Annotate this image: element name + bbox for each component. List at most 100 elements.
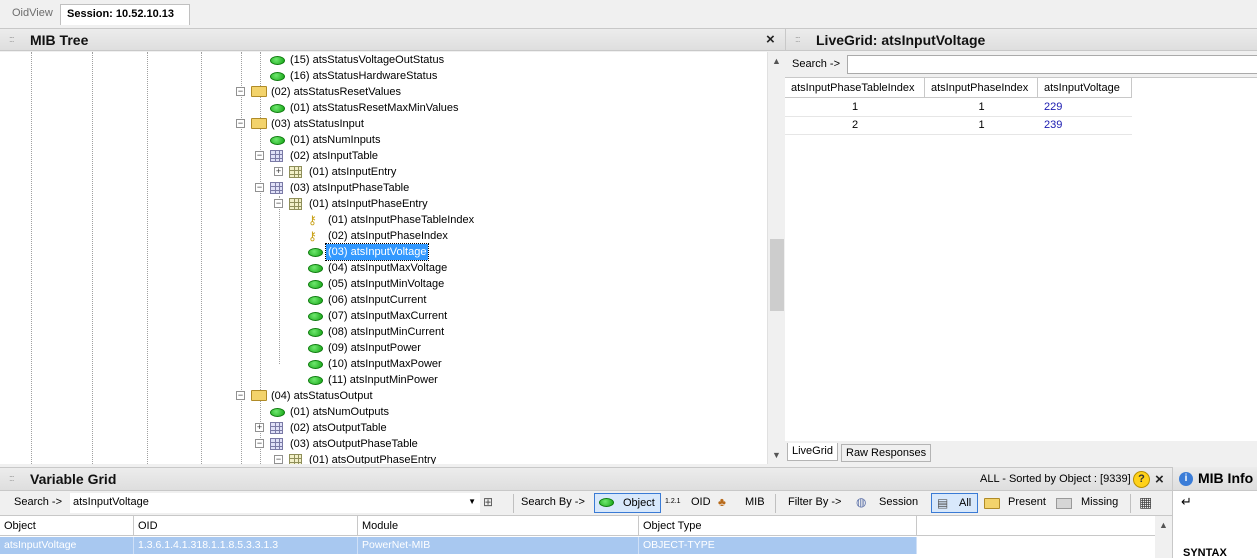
collapse-icon[interactable]: − [255, 151, 264, 160]
leaf-icon [270, 104, 285, 113]
search-by-object-button[interactable]: Object [594, 493, 661, 513]
tree-node[interactable]: − (04) atsStatusOutput [0, 388, 760, 404]
toolbar-separator [775, 494, 776, 513]
help-icon[interactable]: ? [1133, 471, 1150, 488]
collapse-icon[interactable]: − [274, 455, 283, 464]
table-icon [270, 438, 283, 450]
variable-grid-scrollbar[interactable]: ▲ [1155, 516, 1172, 558]
close-variable-grid-button[interactable]: × [1155, 471, 1164, 488]
tree-node[interactable]: − (01) atsInputPhaseEntry [0, 196, 760, 212]
tree-node[interactable]: (01) atsStatusResetMaxMinValues [0, 100, 760, 116]
scroll-down-icon[interactable]: ▼ [772, 450, 781, 460]
tree-node[interactable]: + (02) atsOutputTable [0, 420, 760, 436]
tree-node[interactable]: (16) atsStatusHardwareStatus [0, 68, 760, 84]
livegrid-cell[interactable]: 1 [925, 116, 1038, 134]
chevron-down-icon[interactable]: ▼ [468, 497, 476, 506]
variable-search-input[interactable]: atsInputVoltage ▼ [70, 493, 480, 513]
tree-node[interactable]: + (01) atsInputEntry [0, 164, 760, 180]
collapse-icon[interactable]: − [236, 119, 245, 128]
tree-node[interactable]: − (01) atsOutputPhaseEntry [0, 452, 760, 464]
tree-node-label: (16) atsStatusHardwareStatus [290, 70, 438, 82]
tree-node[interactable]: − (03) atsOutputPhaseTable [0, 436, 760, 452]
grip-icon[interactable]: ::: [795, 34, 800, 44]
table-icon [270, 182, 283, 194]
livegrid-cell[interactable]: 239 [1038, 116, 1132, 134]
tree-node-label: (01) atsNumOutputs [290, 406, 390, 418]
tree-node[interactable]: (08) atsInputMinCurrent [0, 324, 760, 340]
tree-node[interactable]: (10) atsInputMaxPower [0, 356, 760, 372]
mib-info-body: ↵ SYNTAX [1172, 491, 1257, 558]
tree-node[interactable]: (05) atsInputMinVoltage [0, 276, 760, 292]
oid-numbers-icon: 1.2.1 [665, 498, 681, 505]
expand-icon[interactable]: + [274, 167, 283, 176]
filter-present-button[interactable]: Present [1008, 496, 1046, 508]
leaf-icon [270, 136, 285, 145]
filter-all-label: All [959, 497, 972, 509]
search-by-oid-button[interactable]: OID [691, 496, 711, 508]
binoculars-icon[interactable]: ⊞ [483, 495, 493, 509]
livegrid-cell[interactable]: 1 [785, 98, 925, 116]
tree-node-label: (01) atsInputPhaseEntry [309, 198, 428, 210]
grip-icon[interactable]: ::: [9, 473, 14, 483]
livegrid-search-input[interactable] [847, 55, 1257, 74]
tree-node[interactable]: ⚷ (01) atsInputPhaseTableIndex [0, 212, 760, 228]
tab-session[interactable]: Session: 10.52.10.13 [60, 4, 190, 25]
return-arrow-icon[interactable]: ↵ [1181, 494, 1192, 510]
livegrid-cell[interactable]: 1 [925, 98, 1038, 116]
mib-tree[interactable]: (15) atsStatusVoltageOutStatus (16) atsSt… [0, 52, 768, 464]
tree-node[interactable]: (01) atsNumOutputs [0, 404, 760, 420]
livegrid-col-header[interactable]: atsInputPhaseTableIndex [785, 78, 925, 98]
col-header-object-type[interactable]: Object Type [639, 516, 917, 536]
scroll-up-icon[interactable]: ▲ [1159, 520, 1168, 530]
tree-node[interactable]: (11) atsInputMinPower [0, 372, 760, 388]
tree-node[interactable]: (07) atsInputMaxCurrent [0, 308, 760, 324]
tree-node[interactable]: (06) atsInputCurrent [0, 292, 760, 308]
mib-tree-scrollbar[interactable]: ▲ ▼ [767, 52, 785, 464]
tree-node[interactable]: (01) atsNumInputs [0, 132, 760, 148]
livegrid-header: ::: LiveGrid: atsInputVoltage [785, 29, 1257, 51]
tree-node[interactable]: (09) atsInputPower [0, 340, 760, 356]
livegrid-cell[interactable]: 229 [1038, 98, 1132, 116]
col-header-module[interactable]: Module [358, 516, 639, 536]
tree-node[interactable]: ⚷ (02) atsInputPhaseIndex [0, 228, 760, 244]
tree-node[interactable]: − (02) atsStatusResetValues [0, 84, 760, 100]
close-mib-tree-button[interactable]: × [766, 31, 775, 48]
tree-node[interactable]: − (03) atsInputPhaseTable [0, 180, 760, 196]
col-header-object[interactable]: Object [0, 516, 134, 536]
table-row[interactable]: atsInputVoltage 1.3.6.1.4.1.318.1.1.8.5.… [0, 537, 917, 554]
grid-layout-icon[interactable]: ▦ [1139, 494, 1152, 511]
collapse-icon[interactable]: − [255, 439, 264, 448]
filter-session-button[interactable]: Session [879, 496, 918, 508]
collapse-icon[interactable]: − [274, 199, 283, 208]
grip-icon[interactable]: ::: [9, 34, 14, 44]
scroll-up-icon[interactable]: ▲ [772, 56, 781, 66]
tree-node[interactable]: − (03) atsStatusInput [0, 116, 760, 132]
leaf-icon [308, 280, 323, 289]
folder-icon [251, 118, 267, 129]
mib-info-title: MIB Info [1198, 470, 1254, 486]
col-header-oid[interactable]: OID [134, 516, 358, 536]
database-icon: ▤ [937, 496, 949, 510]
scroll-thumb[interactable] [770, 239, 784, 311]
filter-all-button[interactable]: ▤ All [931, 493, 978, 513]
tab-oidview[interactable]: OidView [6, 4, 59, 25]
tree-node[interactable]: − (02) atsInputTable [0, 148, 760, 164]
tree-node-label: (03) atsInputPhaseTable [290, 182, 410, 194]
filter-missing-button[interactable]: Missing [1081, 496, 1118, 508]
expand-icon[interactable]: + [255, 423, 264, 432]
tab-livegrid[interactable]: LiveGrid [787, 443, 838, 461]
tree-node[interactable]: (03) atsInputVoltage [0, 243, 760, 261]
livegrid-col-header[interactable]: atsInputPhaseIndex [925, 78, 1038, 98]
tab-raw-responses[interactable]: Raw Responses [841, 444, 932, 462]
collapse-icon[interactable]: − [236, 391, 245, 400]
collapse-icon[interactable]: − [255, 183, 264, 192]
livegrid-cell[interactable]: 2 [785, 116, 925, 134]
table-icon [270, 422, 283, 434]
tree-node-label: (08) atsInputMinCurrent [328, 326, 445, 338]
tree-node[interactable]: (04) atsInputMaxVoltage [0, 260, 760, 276]
search-by-mib-button[interactable]: MIB [745, 496, 765, 508]
livegrid-col-header[interactable]: atsInputVoltage [1038, 78, 1132, 98]
collapse-icon[interactable]: − [236, 87, 245, 96]
tree-node-label: (01) atsOutputPhaseEntry [309, 454, 437, 464]
tree-node[interactable]: (15) atsStatusVoltageOutStatus [0, 52, 760, 68]
